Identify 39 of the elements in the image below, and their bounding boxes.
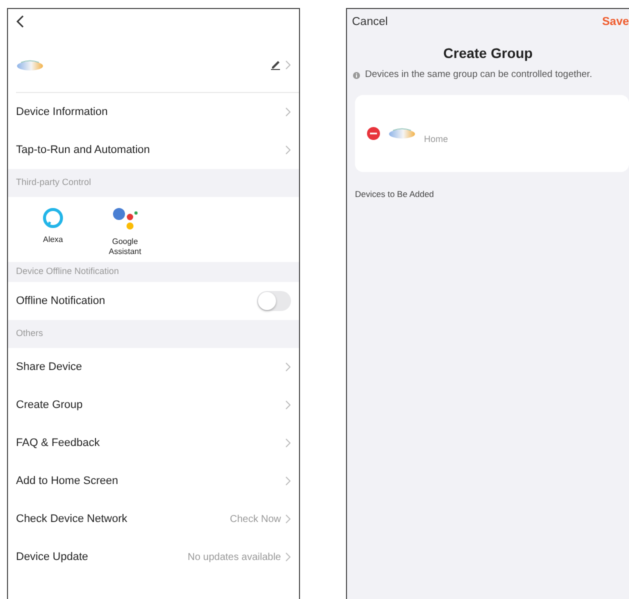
cancel-button[interactable]: Cancel	[352, 14, 388, 32]
list-item[interactable]: FAQ & Feedback	[8, 424, 299, 462]
chevron-icon	[285, 60, 291, 70]
info-icon	[353, 72, 360, 79]
section-header: Third-party Control	[8, 169, 299, 197]
remove-icon[interactable]	[367, 126, 380, 140]
section-header: Device Offline Notification	[8, 262, 299, 282]
chevron-icon	[285, 514, 291, 524]
status-text: Check Now	[230, 512, 281, 527]
list-item[interactable]: Tap-to-Run and Automation	[8, 131, 299, 169]
list-item[interactable]: Check Device Network Check Now	[8, 500, 299, 538]
chevron-icon	[285, 552, 291, 562]
list-item[interactable]: Add to Home Screen	[8, 462, 299, 500]
dots-icon	[111, 207, 139, 231]
edit-icon[interactable]	[271, 60, 281, 70]
ring-icon	[42, 207, 64, 229]
service-item[interactable]: Google Assistant	[100, 207, 150, 256]
chevron-icon	[285, 145, 291, 155]
section-label: Devices to Be Added	[354, 188, 435, 200]
screen-title: Create Group	[442, 44, 534, 64]
list-item[interactable]: Create Group	[8, 386, 299, 424]
setting-label: Offline Notification	[16, 294, 106, 309]
chevron-icon	[285, 107, 291, 117]
chevron-icon	[285, 400, 291, 410]
service-item[interactable]: Alexa	[28, 207, 78, 256]
chevron-icon	[285, 438, 291, 448]
toggle-switch[interactable]	[257, 291, 291, 312]
info-text: Devices in the same group can be controlled together.	[365, 68, 592, 82]
ceiling-lamp-icon	[388, 127, 416, 139]
room-label: Home	[424, 133, 448, 146]
back-icon[interactable]	[16, 14, 24, 28]
list-item[interactable]: Share Device	[8, 348, 299, 386]
chevron-icon	[285, 362, 291, 372]
list-item[interactable]: Device Update No updates available	[8, 538, 299, 576]
section-header: Others	[8, 320, 299, 348]
chevron-icon	[285, 476, 291, 486]
status-text: No updates available	[188, 550, 281, 565]
ceiling-lamp-icon	[16, 58, 44, 70]
list-item[interactable]: Device Information	[8, 93, 299, 131]
